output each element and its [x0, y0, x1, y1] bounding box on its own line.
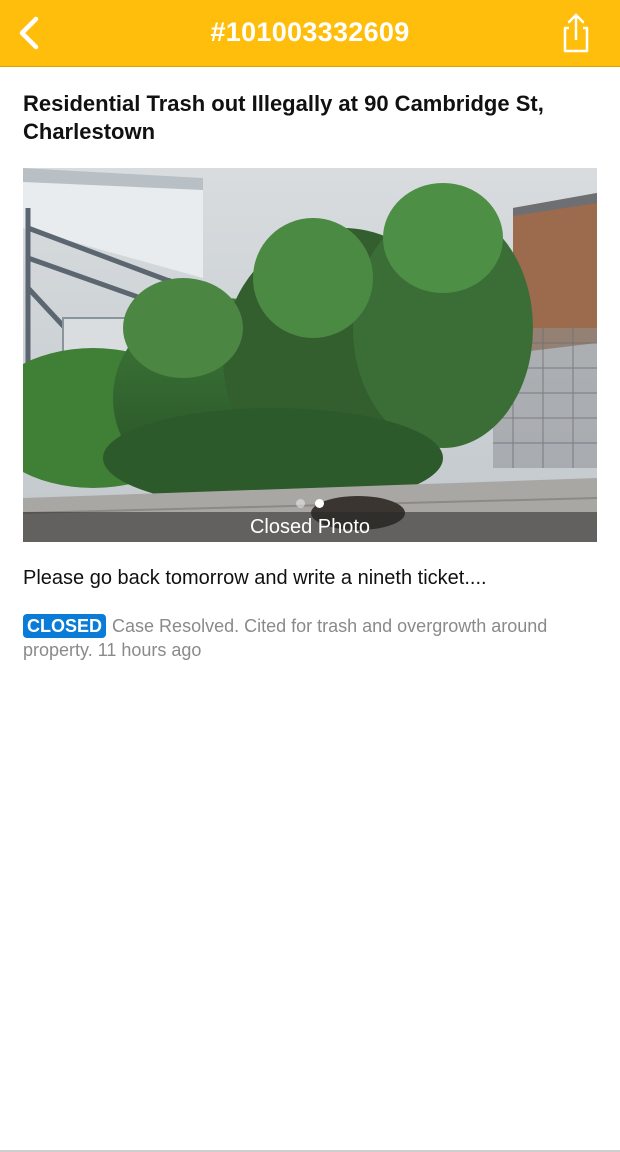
share-button[interactable] [556, 11, 596, 55]
photo-caption: Closed Photo [249, 516, 371, 538]
pager-dot[interactable] [296, 499, 305, 508]
status-badge: CLOSED [23, 614, 107, 638]
photo-image [23, 168, 597, 542]
app-screen: #101003332609 Residential Trash out Ille… [0, 0, 620, 1152]
case-status: CLOSED Case Resolved. Cited for trash an… [23, 614, 603, 662]
case-number-title: #101003332609 [210, 17, 410, 47]
top-bar: #101003332609 [0, 0, 620, 67]
share-icon [563, 13, 589, 53]
case-photo[interactable]: Closed Photo [23, 168, 597, 542]
case-description: Please go back tomorrow and write a nine… [23, 567, 487, 589]
photo-pager[interactable] [23, 495, 597, 508]
case-title: Residential Trash out Illegally at 90 Ca… [23, 91, 544, 144]
pager-dot-active[interactable] [315, 499, 324, 508]
